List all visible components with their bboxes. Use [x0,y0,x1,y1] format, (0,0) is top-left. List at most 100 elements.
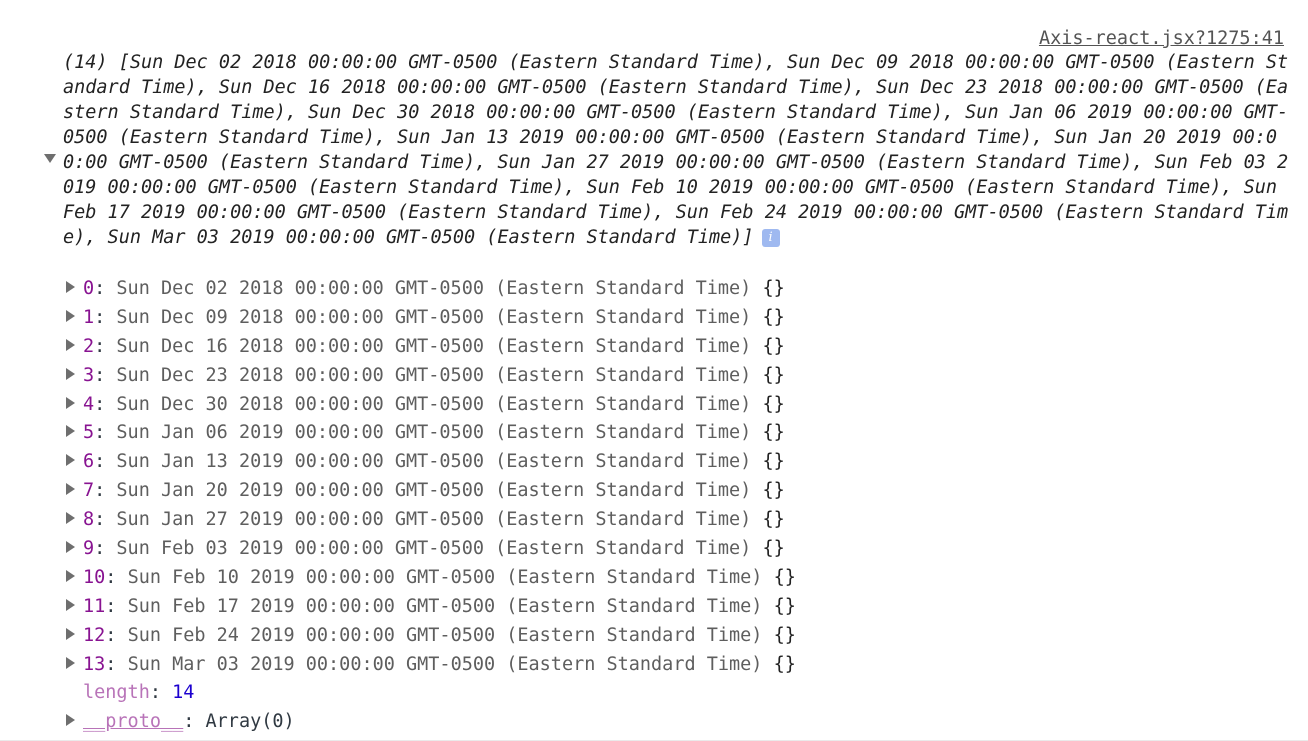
item-index: 10 [83,566,106,588]
item-colon: : [94,538,117,560]
array-item-row[interactable]: 1: Sun Dec 09 2018 00:00:00 GMT-0500 (Ea… [66,304,796,333]
expand-triangle-right-icon[interactable] [66,281,75,293]
item-date-value: Sun Jan 06 2019 00:00:00 GMT-0500 (Easte… [116,422,752,444]
item-colon: : [94,364,117,386]
item-object-braces: {} [773,653,796,675]
proto-property[interactable]: __proto__: Array(0) [66,708,796,737]
item-colon: : [105,653,128,675]
item-colon: : [94,306,117,328]
expand-triangle-right-icon[interactable] [66,598,75,611]
item-date-value: Sun Dec 02 2018 00:00:00 GMT-0500 (Easte… [116,278,752,299]
array-item-row[interactable]: 11: Sun Feb 17 2019 00:00:00 GMT-0500 (E… [66,593,796,622]
array-item-row[interactable]: 7: Sun Jan 20 2019 00:00:00 GMT-0500 (Ea… [66,477,796,506]
item-object-braces: {} [762,422,785,444]
item-object-braces: {} [762,393,785,415]
item-index: 3 [83,364,95,386]
array-item-row[interactable]: 6: Sun Jan 13 2019 00:00:00 GMT-0500 (Ea… [66,448,796,477]
item-date-value: Sun Feb 10 2019 00:00:00 GMT-0500 (Easte… [127,566,763,588]
item-index: 13 [83,653,106,675]
array-items: 0: Sun Dec 02 2018 00:00:00 GMT-0500 (Ea… [66,275,796,737]
expand-triangle-down-icon[interactable] [44,154,56,163]
info-icon[interactable]: i [761,229,780,247]
item-date-value: Sun Feb 24 2019 00:00:00 GMT-0500 (Easte… [127,624,763,646]
array-item-list: 0: Sun Dec 02 2018 00:00:00 GMT-0500 (Ea… [66,275,796,679]
item-colon: : [94,451,117,473]
expand-triangle-right-icon[interactable] [66,367,75,380]
item-colon: : [94,480,117,502]
array-item-row[interactable]: 13: Sun Mar 03 2019 00:00:00 GMT-0500 (E… [66,651,796,680]
array-item-row[interactable]: 8: Sun Jan 27 2019 00:00:00 GMT-0500 (Ea… [66,506,796,535]
item-object-braces: {} [762,509,785,531]
proto-colon: : [183,711,206,733]
expand-triangle-right-icon[interactable] [66,714,75,727]
item-date-value: Sun Jan 13 2019 00:00:00 GMT-0500 (Easte… [116,451,752,473]
array-summary-text: (14) [Sun Dec 02 2018 00:00:00 GMT-0500 … [63,50,1290,250]
item-colon: : [94,335,117,357]
item-index: 12 [83,624,106,646]
item-object-braces: {} [773,624,796,646]
expand-triangle-right-icon[interactable] [66,454,75,467]
length-value: 14 [172,682,195,704]
array-item-row[interactable]: 5: Sun Jan 06 2019 00:00:00 GMT-0500 (Ea… [66,419,796,448]
item-object-braces: {} [762,278,785,299]
expand-triangle-right-icon[interactable] [66,309,75,322]
item-index: 9 [83,538,95,560]
item-index: 7 [83,480,95,502]
array-item-row[interactable]: 10: Sun Feb 10 2019 00:00:00 GMT-0500 (E… [66,564,796,593]
proto-value: Array(0) [205,711,295,733]
expand-triangle-right-icon[interactable] [66,627,75,640]
item-date-value: Sun Feb 17 2019 00:00:00 GMT-0500 (Easte… [127,595,763,617]
item-object-braces: {} [762,538,785,560]
array-item-row[interactable]: 4: Sun Dec 30 2018 00:00:00 GMT-0500 (Ea… [66,391,796,420]
length-property: length: 14 [66,679,796,708]
item-index: 1 [83,306,95,328]
item-date-value: Sun Dec 23 2018 00:00:00 GMT-0500 (Easte… [116,364,752,386]
length-key: length [83,682,150,704]
array-item-row[interactable]: 3: Sun Dec 23 2018 00:00:00 GMT-0500 (Ea… [66,362,796,391]
item-object-braces: {} [762,364,785,386]
expand-triangle-right-icon[interactable] [66,512,75,525]
item-date-value: Sun Jan 27 2019 00:00:00 GMT-0500 (Easte… [116,509,752,531]
item-object-braces: {} [762,306,785,328]
item-index: 6 [83,451,95,473]
expand-triangle-right-icon[interactable] [66,656,75,669]
item-date-value: Sun Dec 09 2018 00:00:00 GMT-0500 (Easte… [116,306,752,328]
array-item-row[interactable]: 2: Sun Dec 16 2018 00:00:00 GMT-0500 (Ea… [66,333,796,362]
item-index: 8 [83,509,95,531]
item-colon: : [94,393,117,415]
expand-triangle-right-icon[interactable] [66,483,75,496]
length-colon: : [149,682,173,704]
item-index: 11 [83,595,106,617]
item-index: 0 [83,278,95,299]
item-colon: : [94,278,117,299]
source-link[interactable]: Axis-react.jsx?1275:41 [1039,27,1284,51]
item-date-value: Sun Dec 30 2018 00:00:00 GMT-0500 (Easte… [116,393,752,415]
array-item-row[interactable]: 0: Sun Dec 02 2018 00:00:00 GMT-0500 (Ea… [66,275,796,304]
item-colon: : [105,624,128,646]
item-object-braces: {} [762,335,785,357]
expand-triangle-right-icon[interactable] [66,338,75,351]
array-summary[interactable]: (14) [Sun Dec 02 2018 00:00:00 GMT-0500 … [40,50,1290,250]
array-item-row[interactable]: 9: Sun Feb 03 2019 00:00:00 GMT-0500 (Ea… [66,535,796,564]
item-date-value: Sun Dec 16 2018 00:00:00 GMT-0500 (Easte… [116,335,752,357]
item-colon: : [94,509,117,531]
item-index: 2 [83,335,95,357]
expand-triangle-right-icon[interactable] [66,569,75,582]
expand-triangle-right-icon[interactable] [66,541,75,554]
item-object-braces: {} [773,566,796,588]
item-object-braces: {} [762,451,785,473]
expand-triangle-right-icon[interactable] [66,396,75,409]
item-date-value: Sun Mar 03 2019 00:00:00 GMT-0500 (Easte… [127,653,763,675]
devtools-console: Axis-react.jsx?1275:41 (14) [Sun Dec 02 … [0,0,1308,741]
item-date-value: Sun Feb 03 2019 00:00:00 GMT-0500 (Easte… [116,538,752,560]
array-item-row[interactable]: 12: Sun Feb 24 2019 00:00:00 GMT-0500 (E… [66,622,796,651]
expand-triangle-right-icon[interactable] [66,425,75,438]
item-index: 4 [83,393,95,415]
item-object-braces: {} [773,595,796,617]
item-object-braces: {} [762,480,785,502]
item-colon: : [105,566,128,588]
item-colon: : [105,595,128,617]
item-index: 5 [83,422,95,444]
item-date-value: Sun Jan 20 2019 00:00:00 GMT-0500 (Easte… [116,480,752,502]
item-colon: : [94,422,117,444]
